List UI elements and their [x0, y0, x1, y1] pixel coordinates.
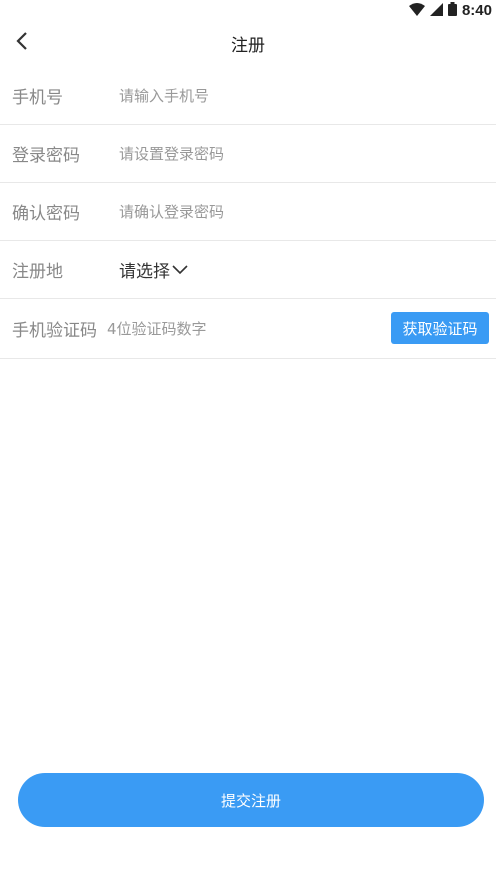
confirm-password-label: 确认密码 — [12, 204, 80, 224]
region-label: 注册地 — [12, 262, 63, 282]
chevron-down-icon — [171, 264, 189, 276]
region-select-value: 请选择 — [119, 262, 170, 282]
register-form: 手机号 登录密码 确认密码 注册地 请选择 手机验证码 获取验证码 — [0, 67, 496, 359]
sms-code-input[interactable] — [107, 313, 367, 344]
status-time: 8:40 — [461, 1, 492, 19]
password-row: 登录密码 — [0, 125, 496, 183]
phone-row: 手机号 — [0, 67, 496, 125]
nav-bar: 注册 — [0, 20, 496, 66]
sms-code-row: 手机验证码 获取验证码 — [0, 299, 496, 359]
password-input[interactable] — [119, 138, 496, 169]
get-code-button[interactable]: 获取验证码 — [391, 312, 489, 344]
region-row: 注册地 请选择 — [0, 241, 496, 299]
region-select[interactable]: 请选择 — [119, 257, 189, 282]
password-label: 登录密码 — [12, 146, 80, 166]
status-bar: 8:40 — [0, 0, 496, 20]
confirm-password-row: 确认密码 — [0, 183, 496, 241]
submit-button[interactable]: 提交注册 — [18, 773, 484, 827]
page-title: 注册 — [231, 35, 265, 56]
battery-icon — [447, 1, 457, 20]
confirm-password-input[interactable] — [119, 196, 496, 227]
sms-code-label: 手机验证码 — [12, 321, 97, 341]
phone-input[interactable] — [119, 80, 496, 111]
phone-label: 手机号 — [12, 88, 63, 108]
wifi-icon — [408, 1, 425, 20]
cell-signal-icon — [429, 1, 443, 20]
